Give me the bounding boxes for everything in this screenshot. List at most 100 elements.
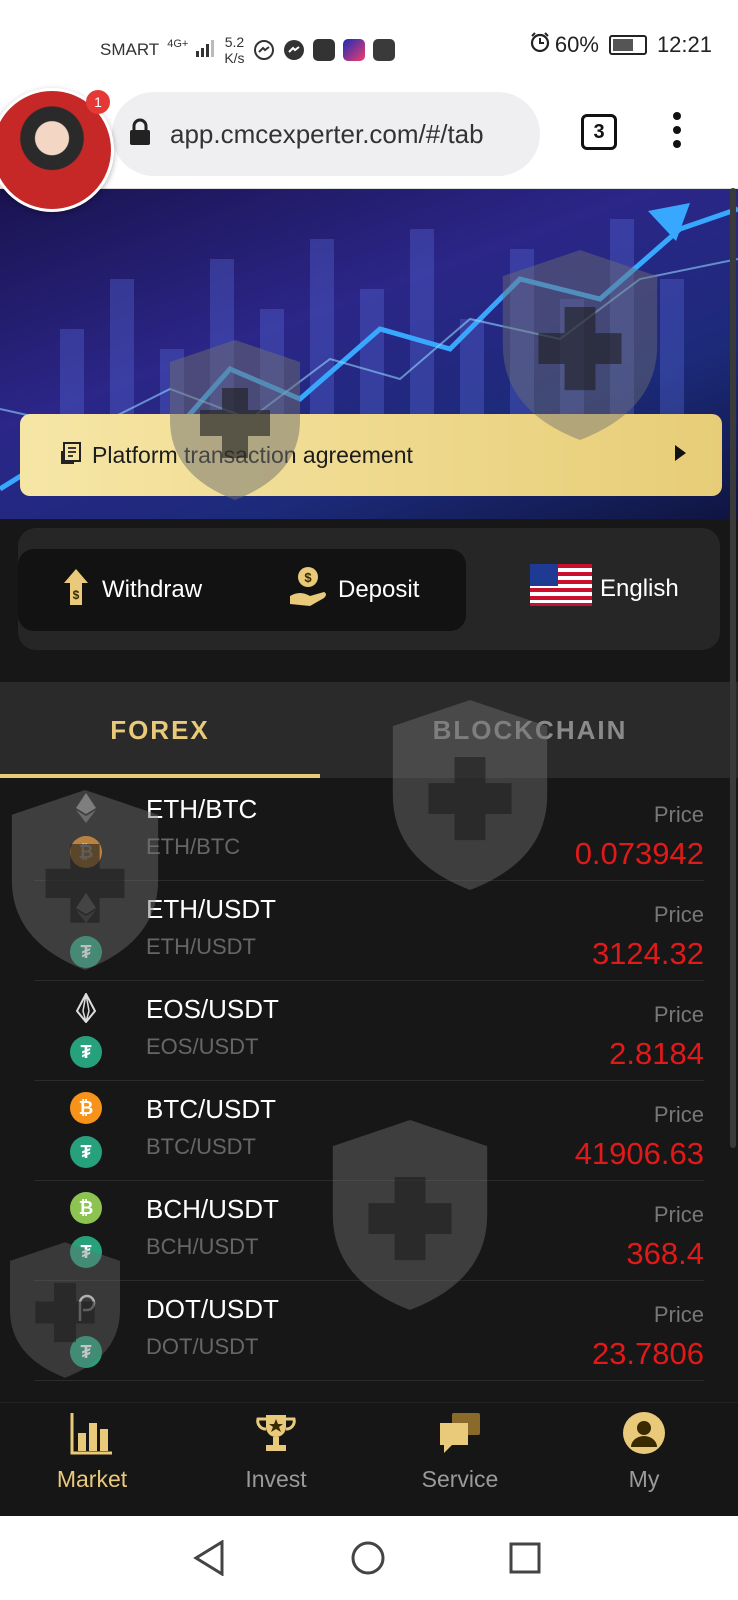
us-flag-icon — [530, 564, 592, 613]
gallery-icon — [312, 39, 335, 61]
usdt-icon: ₮ — [70, 936, 102, 968]
messenger-icon — [253, 39, 275, 61]
nav-market[interactable]: Market — [32, 1411, 152, 1493]
price-value: 0.073942 — [574, 836, 704, 871]
network-speed: 5.2 K/s — [224, 34, 245, 66]
usdt-icon: ₮ — [70, 1236, 102, 1268]
page-scrollbar[interactable] — [730, 188, 736, 1148]
nav-label-invest: Invest — [245, 1466, 307, 1492]
price-label: Price — [653, 802, 704, 827]
url-text[interactable]: app.cmcexperter.com/#/tab — [170, 119, 530, 150]
play-arrow-icon — [675, 445, 686, 461]
dot-icon — [70, 1292, 102, 1324]
pair-name: BCH/USDT — [146, 1194, 279, 1224]
market-row-bch-usdt[interactable]: ₿ ₮ BCH/USDT BCH/USDT Price 368.4 — [34, 1180, 704, 1281]
pair-name: ETH/USDT — [146, 894, 276, 924]
document-icon — [60, 441, 82, 470]
bch-icon: ₿ — [70, 1192, 102, 1224]
nav-my[interactable]: My — [584, 1411, 704, 1493]
tab-blockchain[interactable]: BLOCKCHAIN — [360, 682, 700, 778]
pair-subtitle: BCH/USDT — [146, 1234, 259, 1259]
pair-name: DOT/USDT — [146, 1294, 279, 1324]
market-row-btc-usdt[interactable]: ₿ ₮ BTC/USDT BTC/USDT Price 41906.63 — [34, 1080, 704, 1181]
signal-icon — [196, 39, 216, 62]
user-icon — [622, 1412, 666, 1459]
chat-icon — [438, 1413, 482, 1459]
price-value: 23.7806 — [591, 1336, 704, 1371]
tab-switcher-button[interactable]: 3 — [581, 114, 617, 150]
nav-invest[interactable]: Invest — [216, 1411, 336, 1493]
language-label: English — [600, 574, 679, 602]
huawei-store-icon — [372, 39, 395, 61]
recents-icon[interactable] — [508, 1541, 542, 1580]
pair-icons: ₮ — [70, 1292, 102, 1372]
battery-icon — [608, 35, 647, 55]
btc-icon: ₿ — [70, 836, 102, 868]
price-value: 41906.63 — [574, 1136, 704, 1171]
pair-icons: ₿ ₮ — [70, 1092, 102, 1172]
btc-icon: ₿ — [70, 1092, 102, 1124]
withdraw-label: Withdraw — [102, 576, 203, 603]
market-row-eth-usdt[interactable]: ₮ ETH/USDT ETH/USDT Price 3124.32 — [34, 880, 704, 981]
deposit-label: Deposit — [338, 576, 420, 603]
pair-subtitle: ETH/USDT — [146, 934, 256, 959]
alarm-icon — [529, 31, 551, 59]
bar-chart-icon — [70, 1413, 114, 1459]
language-selector[interactable]: English — [530, 564, 679, 613]
pair-subtitle: ETH/BTC — [146, 834, 241, 859]
usdt-icon: ₮ — [70, 1036, 102, 1068]
agreement-label: Platform transaction agreement — [92, 441, 413, 468]
network-type: 4G+ — [167, 38, 189, 50]
messenger-filled-icon — [283, 39, 305, 61]
home-icon[interactable] — [350, 1540, 386, 1581]
market-row-eos-usdt[interactable]: ₮ EOS/USDT EOS/USDT Price 2.8184 — [34, 980, 704, 1081]
nav-label-market: Market — [56, 1466, 128, 1492]
price-value: 368.4 — [626, 1236, 704, 1271]
wallet-actions: $ Withdraw $ Deposit — [18, 549, 466, 631]
pair-icons: ₮ — [70, 992, 102, 1072]
carrier-label: SMART — [100, 40, 160, 59]
clock: 12:21 — [656, 32, 712, 57]
market-tabs: FOREX BLOCKCHAIN — [0, 682, 738, 778]
withdraw-icon: $ — [60, 567, 92, 614]
pair-subtitle: BTC/USDT — [146, 1134, 256, 1159]
deposit-button[interactable]: $ Deposit — [288, 549, 419, 631]
eth-icon — [70, 792, 102, 824]
pair-subtitle: DOT/USDT — [146, 1334, 259, 1359]
pair-icons: ₿ — [70, 792, 102, 872]
usdt-icon: ₮ — [70, 1136, 102, 1168]
nav-label-my: My — [628, 1466, 660, 1492]
svg-text:$: $ — [73, 588, 80, 602]
price-label: Price — [653, 1002, 704, 1027]
pair-name: EOS/USDT — [146, 994, 279, 1024]
pair-icons: ₿ ₮ — [70, 1192, 102, 1272]
chat-head-badge: 1 — [86, 90, 110, 114]
more-options-icon[interactable] — [672, 112, 682, 156]
trophy-icon — [254, 1415, 298, 1459]
quick-actions-panel: $ Withdraw $ Deposit English — [18, 528, 720, 650]
svg-text:$: $ — [304, 570, 312, 585]
pair-name: BTC/USDT — [146, 1094, 276, 1124]
price-label: Price — [653, 1202, 704, 1227]
battery-percent: 60% — [554, 32, 599, 57]
price-label: Price — [653, 902, 704, 927]
pair-icons: ₮ — [70, 892, 102, 972]
lock-icon[interactable] — [128, 117, 152, 152]
lazada-icon — [342, 39, 365, 61]
withdraw-button[interactable]: $ Withdraw — [60, 549, 202, 631]
system-navigation-bar — [0, 1516, 738, 1600]
transaction-agreement-banner[interactable]: Platform transaction agreement — [20, 414, 722, 496]
address-bar[interactable]: app.cmcexperter.com/#/tab — [112, 92, 540, 176]
nav-service[interactable]: Service — [400, 1411, 520, 1493]
price-value: 2.8184 — [609, 1036, 704, 1071]
market-row-dot-usdt[interactable]: ₮ DOT/USDT DOT/USDT Price 23.7806 — [34, 1280, 704, 1381]
tab-forex[interactable]: FOREX — [0, 682, 320, 778]
nav-label-service: Service — [421, 1466, 499, 1492]
back-icon[interactable] — [192, 1539, 226, 1581]
bottom-navigation: Market Invest Service My — [0, 1402, 738, 1517]
pair-name: ETH/BTC — [146, 794, 258, 824]
usdt-icon: ₮ — [70, 1336, 102, 1368]
market-row-eth-btc[interactable]: ₿ ETH/BTC ETH/BTC Price 0.073942 — [34, 780, 704, 881]
eos-icon — [70, 992, 102, 1024]
price-label: Price — [653, 1302, 704, 1327]
